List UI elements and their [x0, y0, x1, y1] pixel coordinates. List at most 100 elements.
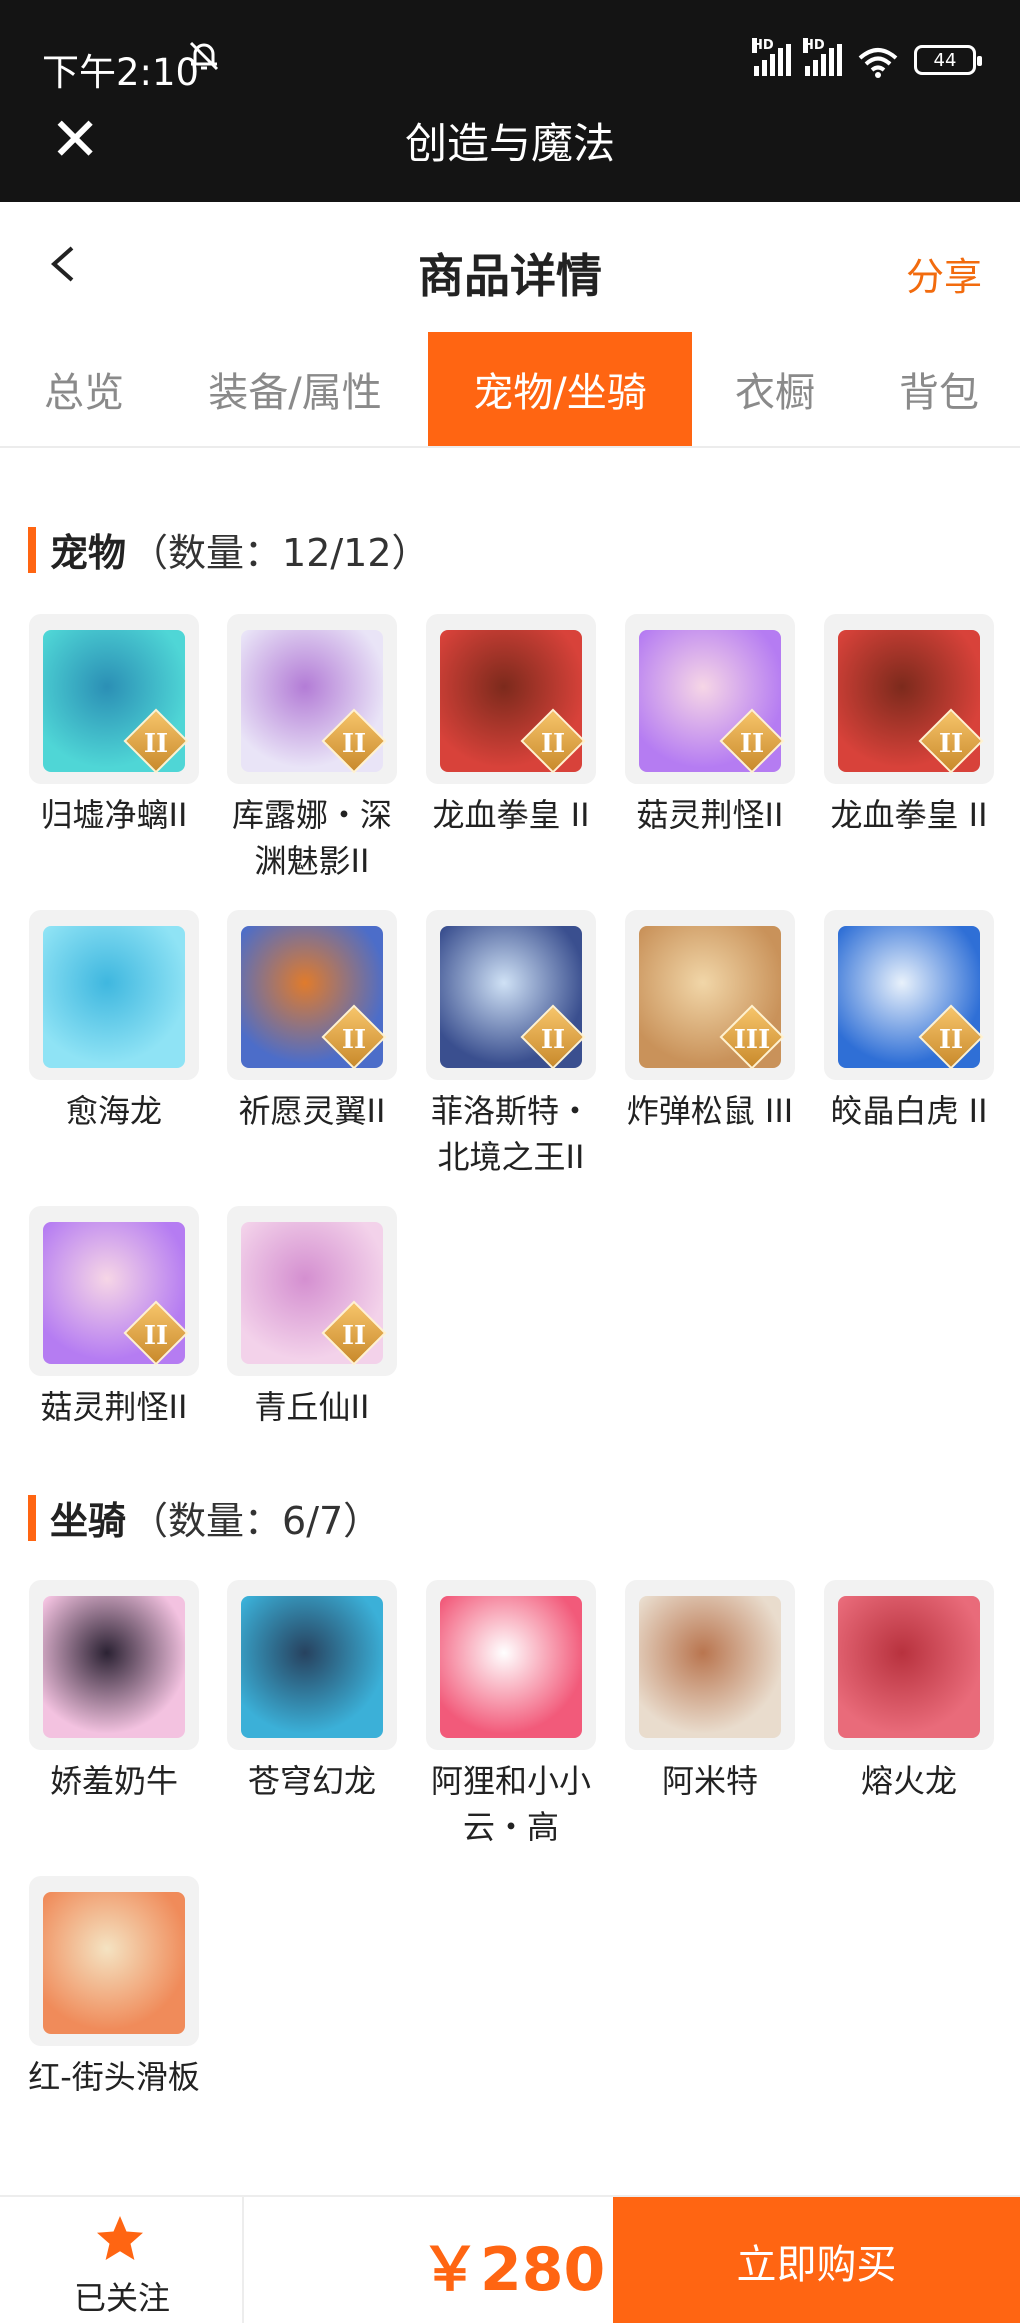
item-name: 愈海龙	[65, 1092, 162, 1130]
item-artwork	[838, 1596, 980, 1738]
item-name: 熔火龙	[860, 1762, 957, 1800]
tab-bar: 总览 装备/属性 宠物/坐骑 衣橱 背包	[0, 332, 1020, 448]
item-thumbnail	[625, 1580, 795, 1750]
item-name: 炸弹松鼠 III	[626, 1092, 794, 1130]
item-name: 龙血拳皇 II	[432, 796, 590, 834]
item-card[interactable]: II 库露娜・深渊魅影II	[224, 614, 400, 884]
tier-badge-label: II	[341, 728, 367, 759]
follow-label: 已关注	[73, 2279, 170, 2317]
item-card[interactable]: 愈海龙	[26, 910, 202, 1134]
tier-badge-label: II	[143, 728, 169, 759]
item-thumbnail: II	[625, 614, 795, 784]
item-thumbnail	[426, 1580, 596, 1750]
item-name: 菇灵荆怪II	[40, 1388, 188, 1426]
bottom-action-bar: 已关注 ￥280 立即购买	[0, 2195, 1020, 2323]
item-thumbnail: II	[824, 910, 994, 1080]
tab-backpack[interactable]: 背包	[880, 332, 998, 446]
item-card[interactable]: II 归墟净螭II	[26, 614, 202, 838]
item-artwork	[43, 1892, 185, 2034]
item-thumbnail: II	[426, 910, 596, 1080]
item-name: 红-街头滑板	[28, 2058, 200, 2096]
item-card[interactable]: 阿米特	[622, 1580, 798, 1804]
item-name: 皎晶白虎 II	[830, 1092, 988, 1130]
item-card[interactable]: II 祈愿灵翼II	[224, 910, 400, 1134]
tier-badge-label: II	[143, 1320, 169, 1351]
item-thumbnail: II	[227, 1206, 397, 1376]
item-card[interactable]: II 龙血拳皇 II	[821, 614, 997, 838]
item-name: 祈愿灵翼II	[238, 1092, 386, 1130]
section-title: 坐骑	[50, 1499, 127, 1543]
item-card[interactable]: II 皎晶白虎 II	[821, 910, 997, 1134]
share-button[interactable]: 分享	[906, 246, 982, 301]
battery-level: 44	[933, 49, 957, 71]
tier-badge-label: II	[540, 1024, 566, 1055]
item-card[interactable]: II 菲洛斯特・北境之王II	[423, 910, 599, 1180]
item-card[interactable]: 娇羞奶牛	[26, 1580, 202, 1804]
item-card[interactable]: II 龙血拳皇 II	[423, 614, 599, 838]
item-artwork	[639, 1596, 781, 1738]
item-thumbnail: II	[426, 614, 596, 784]
section-count: （数量：12/12）	[130, 531, 430, 575]
item-card[interactable]: 熔火龙	[821, 1580, 997, 1804]
item-thumbnail	[29, 1876, 199, 2046]
pets-section-header: 宠物 （数量：12/12）	[28, 522, 430, 577]
section-title: 宠物	[50, 531, 127, 575]
item-name: 娇羞奶牛	[49, 1762, 178, 1800]
item-artwork	[43, 1596, 185, 1738]
item-card[interactable]: II 菇灵荆怪II	[26, 1206, 202, 1430]
item-thumbnail	[29, 1580, 199, 1750]
item-thumbnail: II	[29, 1206, 199, 1376]
item-card[interactable]: II 青丘仙II	[224, 1206, 400, 1430]
item-card[interactable]: 苍穹幻龙	[224, 1580, 400, 1804]
tier-badge-label: II	[938, 1024, 964, 1055]
bell-muted-icon	[186, 38, 222, 83]
item-name: 龙血拳皇 II	[830, 796, 988, 834]
page-title: 商品详情	[418, 249, 602, 303]
tier-badge-label: II	[341, 1320, 367, 1351]
item-name: 青丘仙II	[254, 1388, 370, 1426]
section-count: （数量：6/7）	[130, 1499, 382, 1543]
tab-pets-mounts[interactable]: 宠物/坐骑	[428, 332, 692, 446]
item-card[interactable]: II 菇灵荆怪II	[622, 614, 798, 838]
tab-overview[interactable]: 总览	[14, 332, 154, 446]
item-thumbnail: II	[29, 614, 199, 784]
item-thumbnail: II	[227, 614, 397, 784]
star-icon	[97, 2216, 143, 2260]
item-name: 归墟净螭II	[40, 796, 188, 834]
item-card[interactable]: III 炸弹松鼠 III	[622, 910, 798, 1134]
tier-badge-label: II	[938, 728, 964, 759]
item-thumbnail	[29, 910, 199, 1080]
app-title-row: ✕ 创造与魔法	[0, 100, 1020, 202]
item-artwork	[241, 1596, 383, 1738]
battery-icon: 44	[914, 45, 982, 75]
mounts-section-header: 坐骑 （数量：6/7）	[28, 1490, 381, 1545]
item-name: 菇灵荆怪II	[636, 796, 784, 834]
status-time: 下午2:10	[42, 51, 200, 94]
tier-badge-label: III	[733, 1024, 771, 1055]
tier-badge-label: II	[341, 1024, 367, 1055]
item-name: 苍穹幻龙	[247, 1762, 376, 1800]
section-accent	[28, 526, 36, 573]
tier-badge-label: II	[739, 728, 765, 759]
price: ￥280	[420, 2235, 606, 2305]
item-thumbnail: II	[227, 910, 397, 1080]
status-icons: HD HD 44	[752, 38, 982, 78]
tab-wardrobe[interactable]: 衣橱	[716, 332, 834, 446]
page-header: 商品详情 分享	[0, 202, 1020, 332]
item-card[interactable]: 红-街头滑板	[26, 1876, 202, 2100]
item-name: 菲洛斯特・北境之王II	[430, 1092, 591, 1176]
item-artwork	[43, 926, 185, 1068]
follow-button[interactable]: 已关注	[0, 2197, 244, 2323]
item-card[interactable]: 阿狸和小小云・高	[423, 1580, 599, 1850]
item-name: 阿狸和小小云・高	[430, 1762, 591, 1846]
tier-badge-label: II	[540, 728, 566, 759]
app-topbar: 下午2:10 HD HD 44 ✕ 创造与魔法	[0, 0, 1020, 202]
buy-now-button[interactable]: 立即购买	[613, 2197, 1020, 2323]
item-thumbnail: III	[625, 910, 795, 1080]
item-name: 阿米特	[661, 1762, 758, 1800]
item-name: 库露娜・深渊魅影II	[231, 796, 392, 880]
item-thumbnail	[227, 1580, 397, 1750]
status-bar: 下午2:10 HD HD 44	[0, 30, 1020, 100]
tab-equipment[interactable]: 装备/属性	[186, 332, 404, 446]
signal-icon: HD	[752, 38, 791, 76]
